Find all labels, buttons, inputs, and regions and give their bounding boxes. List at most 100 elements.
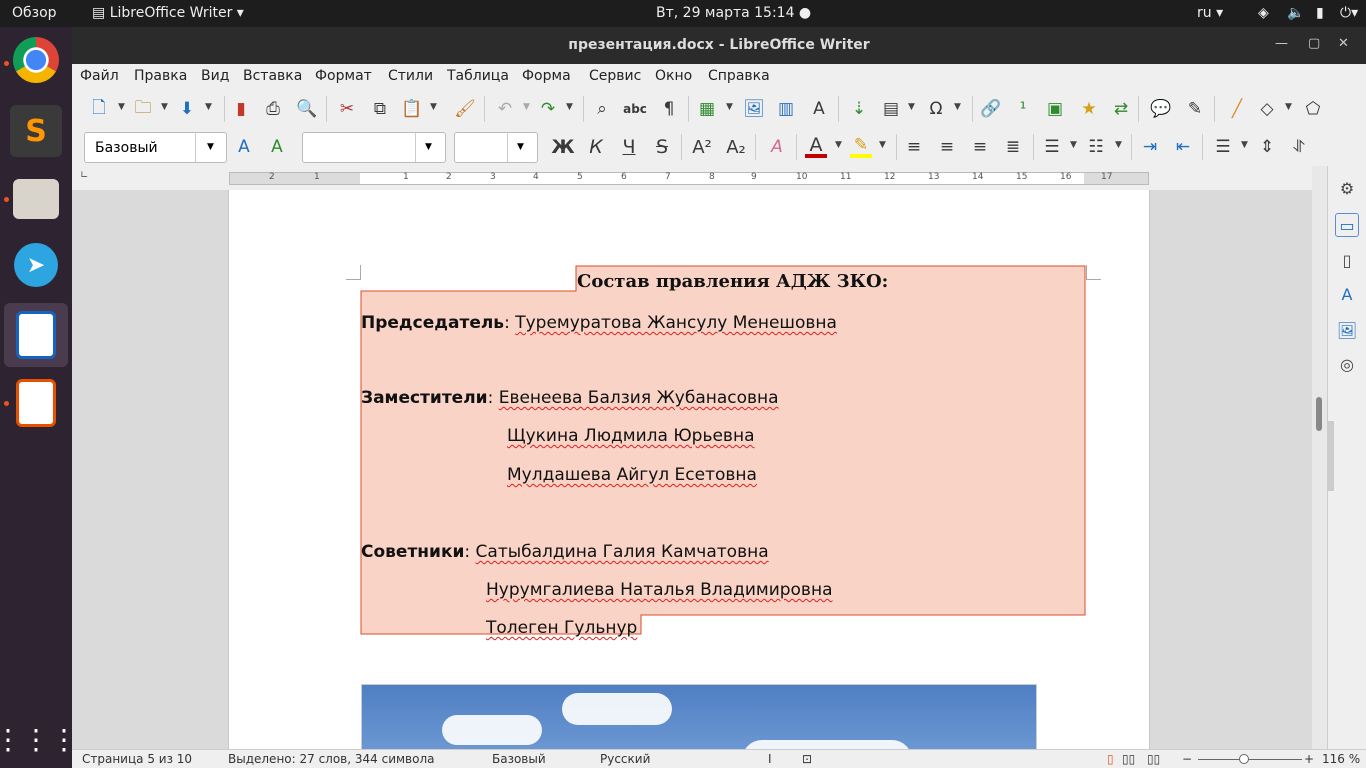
cut-icon[interactable]: ✂ xyxy=(336,98,358,120)
align-right-icon[interactable]: ≡ xyxy=(969,136,991,158)
redo-icon[interactable]: ↷ xyxy=(537,98,559,120)
chevron-down-icon[interactable]: ▼ xyxy=(205,102,212,112)
insert-page-break-icon[interactable]: ⇣ xyxy=(848,98,870,120)
zoom-slider-thumb[interactable] xyxy=(1239,754,1249,764)
track-changes-icon[interactable]: ✎ xyxy=(1184,98,1206,120)
chevron-down-icon[interactable]: ▼ xyxy=(430,102,437,112)
strikethrough-icon[interactable]: S xyxy=(651,136,673,158)
deputy-2-name[interactable]: Щукина Людмила Юрьевна xyxy=(507,426,755,446)
hyperlink-icon[interactable]: 🔗 xyxy=(980,98,1002,120)
insert-textbox-icon[interactable]: A xyxy=(808,98,830,120)
increase-indent-icon[interactable]: ⇥ xyxy=(1139,136,1161,158)
properties-icon[interactable]: ▭ xyxy=(1335,213,1359,237)
find-replace-icon[interactable]: ⌕ xyxy=(591,98,613,120)
telegram-icon[interactable]: ➤ xyxy=(14,243,58,287)
language-indicator[interactable]: ru ▾ xyxy=(1197,5,1223,21)
paste-icon[interactable]: 📋 xyxy=(401,98,423,120)
close-button[interactable]: ✕ xyxy=(1338,36,1349,51)
page-count[interactable]: Страница 5 из 10 xyxy=(82,752,192,766)
chevron-down-icon[interactable]: ▼ xyxy=(1070,140,1077,150)
clear-formatting-icon[interactable]: A xyxy=(766,136,788,158)
highlight-color-icon[interactable]: ✎ xyxy=(850,135,872,158)
footnote-icon[interactable]: ¹ xyxy=(1012,98,1034,120)
copy-icon[interactable]: ⧉ xyxy=(369,98,391,120)
document-canvas[interactable]: Состав правления АДЖ ЗКО: Председатель: … xyxy=(72,190,1312,749)
single-page-view-icon[interactable]: ▯ xyxy=(1107,752,1114,766)
horizontal-ruler[interactable]: ∟ 2 1 1 2 3 4 5 6 7 8 9 10 11 12 13 14 1… xyxy=(72,166,1366,190)
page-icon[interactable]: ▯ xyxy=(1335,248,1359,272)
chrome-icon[interactable] xyxy=(13,37,59,83)
ruler-bar[interactable]: 2 1 1 2 3 4 5 6 7 8 9 10 11 12 13 14 15 … xyxy=(229,172,1149,185)
open-folder-icon[interactable]: 🗀 xyxy=(132,98,154,120)
chair-line[interactable]: Председатель: Туремуратова Жансулу Менеш… xyxy=(361,313,837,333)
bookmark-icon[interactable]: ★ xyxy=(1078,98,1100,120)
menu-styles[interactable]: Стили xyxy=(388,68,433,84)
increase-paragraph-spacing-icon[interactable]: ⇕ xyxy=(1256,136,1278,158)
sidebar-settings-icon[interactable]: ⚙ xyxy=(1335,176,1359,200)
decrease-paragraph-spacing-icon[interactable]: ⥯ xyxy=(1288,136,1310,158)
document-modified-icon[interactable]: ⊡ xyxy=(802,752,812,766)
underline-icon[interactable]: Ч xyxy=(618,136,640,158)
activities-button[interactable]: Обзор xyxy=(12,5,57,21)
insert-field-icon[interactable]: ▤ xyxy=(880,98,902,120)
insert-table-icon[interactable]: ▦ xyxy=(696,98,718,120)
insert-chart-icon[interactable]: ▥ xyxy=(775,98,797,120)
font-size-combo[interactable]: ▼ xyxy=(454,132,538,163)
battery-icon[interactable]: ▮ xyxy=(1316,5,1324,21)
sublime-text-icon[interactable]: S xyxy=(10,105,62,157)
paragraph-style-combo[interactable]: Базовый ▼ xyxy=(84,132,227,163)
chevron-down-icon[interactable]: ▼ xyxy=(726,102,733,112)
line-spacing-icon[interactable]: ☰ xyxy=(1212,136,1234,158)
zoom-slider-track[interactable] xyxy=(1198,759,1302,760)
comment-icon[interactable]: 💬 xyxy=(1150,98,1172,120)
superscript-icon[interactable]: A² xyxy=(691,136,713,158)
show-applications-icon[interactable]: ⋮⋮⋮ xyxy=(0,713,78,765)
print-preview-icon[interactable]: 🔍 xyxy=(296,98,318,120)
sidebar-collapse-handle[interactable] xyxy=(1328,421,1334,491)
formatting-marks-icon[interactable]: ¶ xyxy=(658,98,680,120)
new-style-icon[interactable]: A xyxy=(266,136,288,158)
endnote-icon[interactable]: ▣ xyxy=(1044,98,1066,120)
styles-icon[interactable]: A xyxy=(1335,282,1359,306)
menu-file[interactable]: Файл xyxy=(80,68,119,84)
deputy-3-name[interactable]: Мулдашева Айгул Есетовна xyxy=(507,465,757,485)
zoom-out-icon[interactable]: − xyxy=(1182,752,1192,766)
book-view-icon[interactable]: ▯▯ xyxy=(1147,752,1160,766)
new-document-icon[interactable]: 🗋 xyxy=(88,98,110,120)
wifi-icon[interactable]: ◈ xyxy=(1258,5,1269,21)
sky-clouds-image[interactable] xyxy=(361,684,1037,749)
chevron-down-icon[interactable]: ▼ xyxy=(1115,140,1122,150)
menu-window[interactable]: Окно xyxy=(655,68,692,84)
clone-formatting-icon[interactable]: 🖌 xyxy=(454,98,476,120)
menu-edit[interactable]: Правка xyxy=(134,68,187,84)
navigator-icon[interactable]: ◎ xyxy=(1335,352,1359,376)
save-icon[interactable]: ⬇ xyxy=(176,98,198,120)
chevron-down-icon[interactable]: ▼ xyxy=(523,102,530,112)
zoom-in-icon[interactable]: + xyxy=(1304,752,1314,766)
libreoffice-impress-icon[interactable] xyxy=(16,379,56,427)
text-language[interactable]: Русский xyxy=(600,752,650,766)
undo-icon[interactable]: ↶ xyxy=(494,98,516,120)
decrease-indent-icon[interactable]: ⇤ xyxy=(1172,136,1194,158)
insert-mode-icon[interactable]: I xyxy=(768,752,772,766)
basic-shapes-icon[interactable]: ◇ xyxy=(1256,98,1278,120)
maximize-button[interactable]: ▢ xyxy=(1308,36,1320,51)
menu-table[interactable]: Таблица xyxy=(447,68,509,84)
chevron-down-icon[interactable]: ▼ xyxy=(954,102,961,112)
document-page[interactable]: Состав правления АДЖ ЗКО: Председатель: … xyxy=(228,190,1150,749)
document-heading[interactable]: Состав правления АДЖ ЗКО: xyxy=(577,271,888,292)
page-style[interactable]: Базовый xyxy=(492,752,546,766)
insert-image-icon[interactable]: 🖼 xyxy=(743,98,765,120)
numbered-list-icon[interactable]: ☷ xyxy=(1085,136,1107,158)
update-style-icon[interactable]: A xyxy=(233,136,255,158)
italic-icon[interactable]: К xyxy=(585,136,607,158)
chevron-down-icon[interactable]: ▼ xyxy=(879,140,886,150)
bullet-list-icon[interactable]: ☰ xyxy=(1041,136,1063,158)
word-count[interactable]: Выделено: 27 слов, 344 символа xyxy=(228,752,434,766)
menu-tools[interactable]: Сервис xyxy=(589,68,641,84)
special-character-icon[interactable]: Ω xyxy=(925,98,947,120)
cross-reference-icon[interactable]: ⇄ xyxy=(1110,98,1132,120)
subscript-icon[interactable]: A₂ xyxy=(725,136,747,158)
chevron-down-icon[interactable]: ▼ xyxy=(161,102,168,112)
gallery-icon[interactable]: 🖼 xyxy=(1335,318,1359,342)
